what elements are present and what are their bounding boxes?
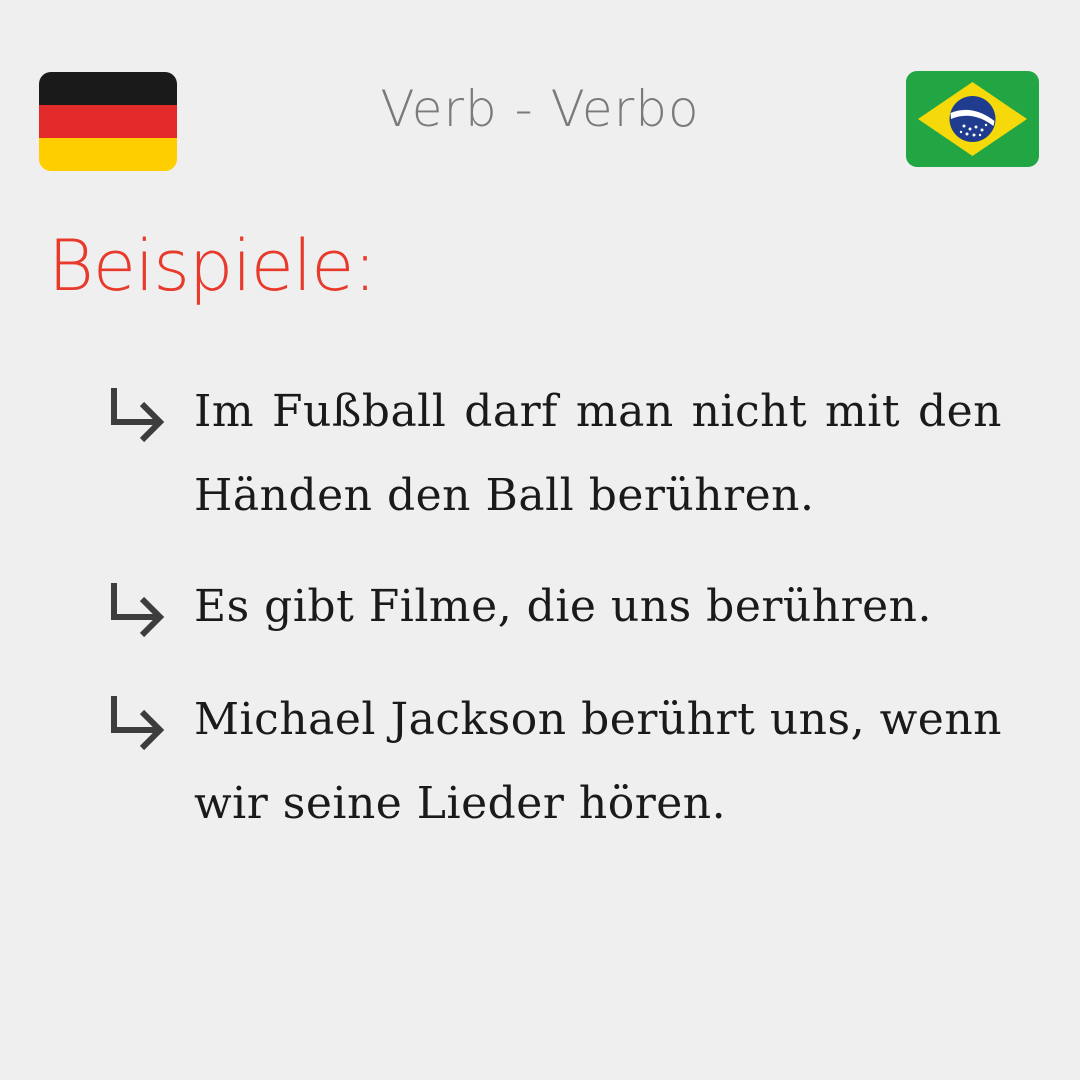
flag-stripe-gold [39, 138, 177, 171]
flag-stripe-black [39, 72, 177, 105]
arrow-right-down-icon [111, 388, 165, 443]
example-text: Michael Jackson berührt uns, wenn wir se… [194, 694, 1002, 829]
germany-flag-icon [39, 72, 177, 171]
header-title: Verb - Verbo [380, 80, 700, 138]
brazil-flag-icon [906, 71, 1039, 167]
example-text: Es gibt Filme, die uns berühren. [194, 581, 932, 632]
section-title: Beispiele: [48, 225, 377, 307]
flag-stripe-red [39, 105, 177, 138]
example-text: Im Fußball darf man nicht mit den Händen… [194, 386, 1002, 521]
arrow-right-down-icon [111, 696, 165, 751]
arrow-right-down-icon [111, 583, 165, 638]
